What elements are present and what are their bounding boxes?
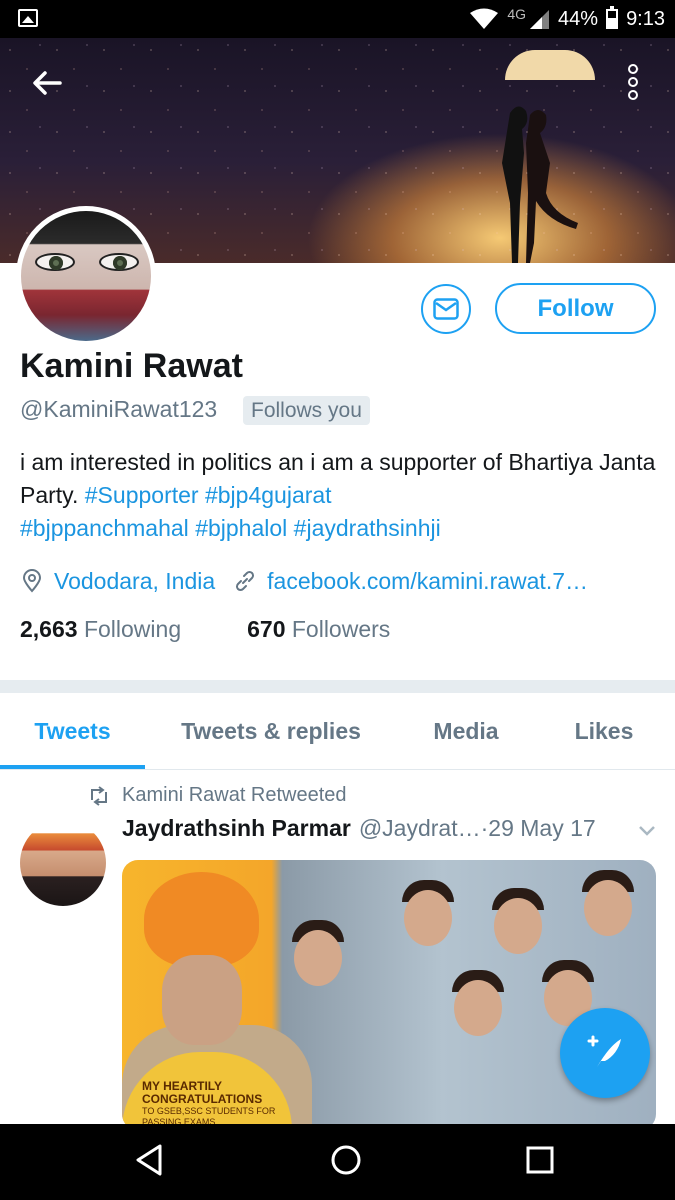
profile-meta: Vododara, India facebook.com/kamini.rawa… bbox=[20, 564, 588, 598]
media-figure bbox=[494, 898, 542, 954]
wifi-icon bbox=[470, 8, 499, 29]
followers-count-link[interactable]: 670 Followers bbox=[247, 616, 390, 643]
retweet-icon bbox=[91, 785, 107, 806]
profile-tabs: Tweets Tweets & replies Media Likes bbox=[0, 693, 675, 770]
follows-you-badge: Follows you bbox=[243, 396, 370, 425]
followers-label: Followers bbox=[291, 616, 391, 642]
tab-tweets-replies[interactable]: Tweets & replies bbox=[158, 693, 384, 769]
retweet-context: Kamini Rawat Retweeted bbox=[88, 784, 347, 807]
followers-count: 670 bbox=[247, 616, 286, 642]
tweet-date: 29 May 17 bbox=[488, 815, 596, 841]
follow-button[interactable]: Follow bbox=[495, 283, 656, 334]
media-figure bbox=[162, 955, 242, 1045]
bio-hashtag[interactable]: #bjp4gujarat bbox=[205, 482, 332, 508]
mail-icon bbox=[433, 298, 459, 320]
media-text-line: TO GSEB,SSC STUDENTS FOR bbox=[142, 1106, 276, 1116]
following-count: 2,663 bbox=[20, 616, 78, 642]
banner-umbrella bbox=[505, 50, 595, 80]
tweet-header: Jaydrathsinh Parmar @Jaydrat… · 29 May 1… bbox=[122, 815, 662, 842]
compose-tweet-button[interactable] bbox=[560, 1008, 650, 1098]
profile-avatar[interactable] bbox=[16, 206, 156, 346]
bio-hashtag[interactable]: #Supporter bbox=[85, 482, 199, 508]
battery-percent: 44% bbox=[558, 7, 599, 30]
tab-likes[interactable]: Likes bbox=[556, 693, 652, 769]
network-type: 4G bbox=[507, 6, 527, 22]
tweet-media-image[interactable]: MY HEARTILY CONGRATULATIONS TO GSEB,SSC … bbox=[122, 860, 656, 1130]
following-count-link[interactable]: 2,663 Following bbox=[20, 616, 181, 643]
section-divider bbox=[0, 680, 675, 693]
media-figure bbox=[294, 930, 342, 986]
profile-website[interactable]: facebook.com/kamini.rawat.7… bbox=[267, 568, 588, 595]
location-pin-icon bbox=[22, 569, 42, 593]
follow-counts: 2,663 Following 670 Followers bbox=[20, 616, 390, 643]
more-dot bbox=[628, 90, 638, 100]
active-tab-indicator bbox=[0, 765, 145, 769]
avatar-eye bbox=[35, 253, 75, 271]
avatar-eye bbox=[99, 253, 139, 271]
nav-home-icon[interactable] bbox=[324, 1138, 368, 1182]
more-dot bbox=[628, 64, 638, 74]
tweet-author-avatar[interactable] bbox=[20, 820, 106, 906]
tweet-author-handle: @Jaydrat… bbox=[358, 815, 481, 841]
image-icon bbox=[18, 9, 38, 27]
clock: 9:13 bbox=[626, 7, 665, 30]
status-bar: 4G 44% 9:13 bbox=[0, 0, 675, 38]
retweet-label[interactable]: Kamini Rawat Retweeted bbox=[122, 784, 347, 807]
media-text-line: CONGRATULATIONS bbox=[142, 1092, 263, 1106]
profile-name: Kamini Rawat bbox=[20, 347, 243, 385]
more-dot bbox=[628, 77, 638, 87]
bio-hashtag[interactable]: #jaydrathsinhji bbox=[294, 515, 441, 541]
media-figure bbox=[404, 890, 452, 946]
tab-media[interactable]: Media bbox=[410, 693, 522, 769]
more-vertical-icon[interactable] bbox=[620, 64, 646, 100]
system-nav-bar bbox=[0, 1124, 675, 1200]
tweet-author-name[interactable]: Jaydrathsinh Parmar bbox=[122, 815, 351, 842]
link-icon bbox=[236, 570, 255, 592]
profile-handle: @KaminiRawat123 bbox=[20, 396, 218, 422]
media-figure bbox=[584, 880, 632, 936]
signal-icon bbox=[530, 10, 550, 29]
bio-hashtag[interactable]: #bjphalol bbox=[195, 515, 287, 541]
banner-couple-silhouette bbox=[502, 106, 578, 263]
profile-bio: i am interested in politics an i am a su… bbox=[20, 446, 660, 545]
media-figure bbox=[144, 872, 259, 967]
bio-hashtag[interactable]: #bjppanchmahal bbox=[20, 515, 189, 541]
nav-back-icon[interactable] bbox=[128, 1138, 172, 1182]
back-arrow-icon[interactable] bbox=[30, 66, 64, 100]
tab-tweets[interactable]: Tweets bbox=[0, 693, 145, 769]
following-label: Following bbox=[83, 616, 182, 642]
battery-icon bbox=[606, 6, 619, 29]
chevron-down-icon[interactable] bbox=[638, 825, 656, 837]
status-indicators: 4G 44% 9:13 bbox=[469, 0, 665, 38]
media-figure bbox=[454, 980, 502, 1036]
profile-location[interactable]: Vododara, India bbox=[54, 568, 215, 595]
tweet-separator: · bbox=[480, 815, 489, 841]
app-root: 4G 44% 9:13 Follow Kamini Rawat @KaminiR… bbox=[0, 0, 675, 1200]
nav-recents-icon[interactable] bbox=[518, 1138, 562, 1182]
message-button[interactable] bbox=[421, 284, 471, 334]
compose-feather-icon bbox=[587, 1035, 621, 1067]
